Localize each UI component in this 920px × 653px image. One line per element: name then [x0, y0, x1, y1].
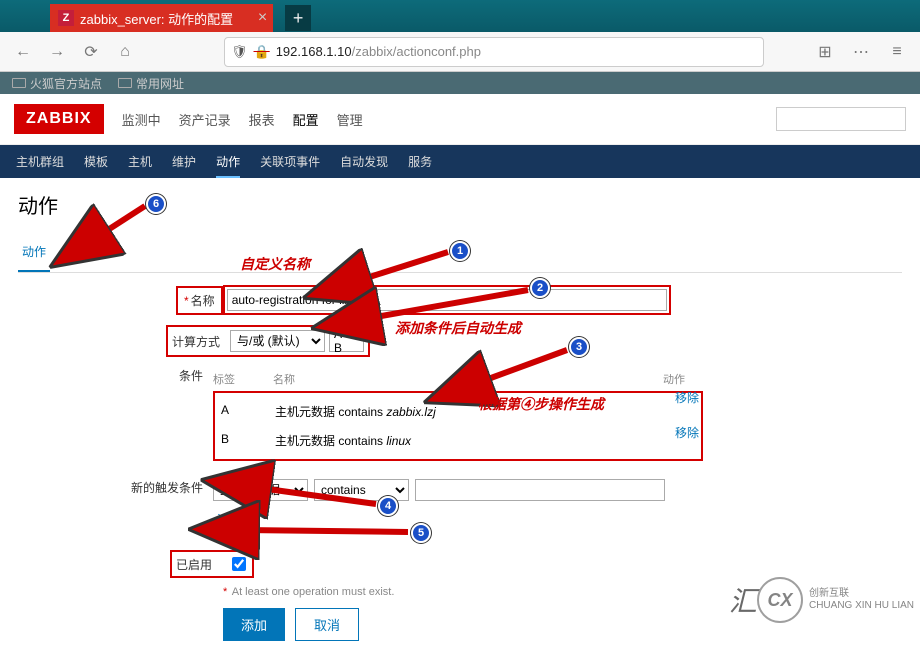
annotation-text-2: 添加条件后自动生成: [395, 318, 521, 338]
subnav-discovery[interactable]: 自动发现: [340, 153, 388, 170]
tab-title: zabbix_server: 动作的配置: [80, 9, 233, 28]
annotation-text-3: 根据第④步操作生成: [478, 394, 604, 414]
badge-4: 4: [378, 496, 398, 516]
remove-link[interactable]: 移除: [675, 389, 699, 406]
add-condition-link[interactable]: 添加: [213, 509, 245, 532]
badge-3: 3: [569, 337, 589, 357]
zabbix-header: ZABBIX 监测中 资产记录 报表 配置 管理: [0, 94, 920, 145]
badge-1: 1: [450, 241, 470, 261]
cancel-button[interactable]: 取消: [295, 608, 359, 641]
label-enabled: 已启用: [176, 556, 222, 573]
insecure-icon: 🔒: [254, 44, 270, 60]
forward-button[interactable]: →: [42, 37, 72, 67]
watermark-logo: CX: [757, 577, 803, 623]
tab-operations[interactable]: 操作: [70, 237, 102, 272]
watermark: 汇 CX 创新互联CHUANG XIN HU LIAN: [729, 577, 914, 623]
search-input[interactable]: [776, 107, 906, 131]
nav-monitoring[interactable]: 监测中: [122, 110, 161, 129]
bookmark-item[interactable]: 火狐官方站点: [12, 75, 102, 92]
bookmark-bar: 火狐官方站点 常用网址: [0, 72, 920, 94]
subnav-templates[interactable]: 模板: [84, 153, 108, 170]
newtab-button[interactable]: +: [285, 5, 311, 31]
label-newcond: 新的触发条件: [18, 479, 213, 496]
home-button[interactable]: ⌂: [110, 37, 140, 67]
condition-row: B 主机元数据 contains linux: [221, 426, 695, 455]
newcond-type-select[interactable]: 主机元数据: [213, 479, 308, 501]
subnav-correlation[interactable]: 关联项事件: [260, 153, 320, 170]
enabled-checkbox[interactable]: [232, 557, 246, 571]
conditions-box: A 主机元数据 contains zabbix.lzj B 主机元数据 cont…: [213, 391, 703, 461]
submit-button[interactable]: 添加: [223, 608, 285, 641]
folder-icon: [118, 78, 132, 88]
subnav-services[interactable]: 服务: [408, 153, 432, 170]
calc-select[interactable]: 与/或 (默认): [230, 330, 325, 352]
url-text: 192.168.1.10/zabbix/actionconf.php: [276, 44, 481, 59]
zabbix-logo[interactable]: ZABBIX: [14, 104, 104, 134]
qr-icon[interactable]: ⊞: [810, 37, 840, 67]
label-name: *名称: [176, 286, 223, 315]
label-conditions: 条件: [18, 367, 213, 384]
nav-admin[interactable]: 管理: [337, 110, 363, 129]
tab-action[interactable]: 动作: [18, 237, 50, 272]
folder-icon: [12, 78, 26, 88]
annotation-text-1: 自定义名称: [240, 254, 310, 274]
label-calc: 计算方式: [172, 333, 226, 350]
browser-titlebar: Z zabbix_server: 动作的配置 × +: [0, 0, 920, 32]
badge-6: 6: [146, 194, 166, 214]
top-nav: 监测中 资产记录 报表 配置 管理: [122, 110, 363, 129]
subnav-hosts[interactable]: 主机: [128, 153, 152, 170]
subnav-actions[interactable]: 动作: [216, 153, 240, 178]
more-icon[interactable]: ⋯: [846, 37, 876, 67]
remove-link[interactable]: 移除: [675, 424, 699, 441]
shield-icon: 🛡: [231, 44, 248, 60]
back-button[interactable]: ←: [8, 37, 38, 67]
browser-navbar: ← → ⟳ ⌂ 🛡 🔒 192.168.1.10/zabbix/actionco…: [0, 32, 920, 72]
newcond-value-input[interactable]: [415, 479, 665, 501]
reload-button[interactable]: ⟳: [76, 37, 106, 67]
condition-row: A 主机元数据 contains zabbix.lzj: [221, 397, 695, 426]
menu-icon[interactable]: ≡: [882, 37, 912, 67]
nav-config[interactable]: 配置: [293, 110, 319, 129]
subnav-hostgroups[interactable]: 主机群组: [16, 153, 64, 170]
bookmark-item[interactable]: 常用网址: [118, 75, 184, 92]
badge-2: 2: [530, 278, 550, 298]
subnav-maintenance[interactable]: 维护: [172, 153, 196, 170]
browser-tab[interactable]: Z zabbix_server: 动作的配置 ×: [50, 4, 273, 32]
cond-headers: 标签 名称 动作: [213, 367, 703, 391]
nav-inventory[interactable]: 资产记录: [179, 110, 231, 129]
badge-5: 5: [411, 523, 431, 543]
nav-reports[interactable]: 报表: [249, 110, 275, 129]
url-bar[interactable]: 🛡 🔒 192.168.1.10/zabbix/actionconf.php: [224, 37, 764, 67]
name-input[interactable]: [227, 289, 667, 311]
formula-box: A or B: [329, 330, 364, 352]
close-icon[interactable]: ×: [258, 9, 267, 27]
tab-favicon: Z: [58, 10, 74, 26]
sub-nav: 主机群组 模板 主机 维护 动作 关联项事件 自动发现 服务: [0, 145, 920, 178]
